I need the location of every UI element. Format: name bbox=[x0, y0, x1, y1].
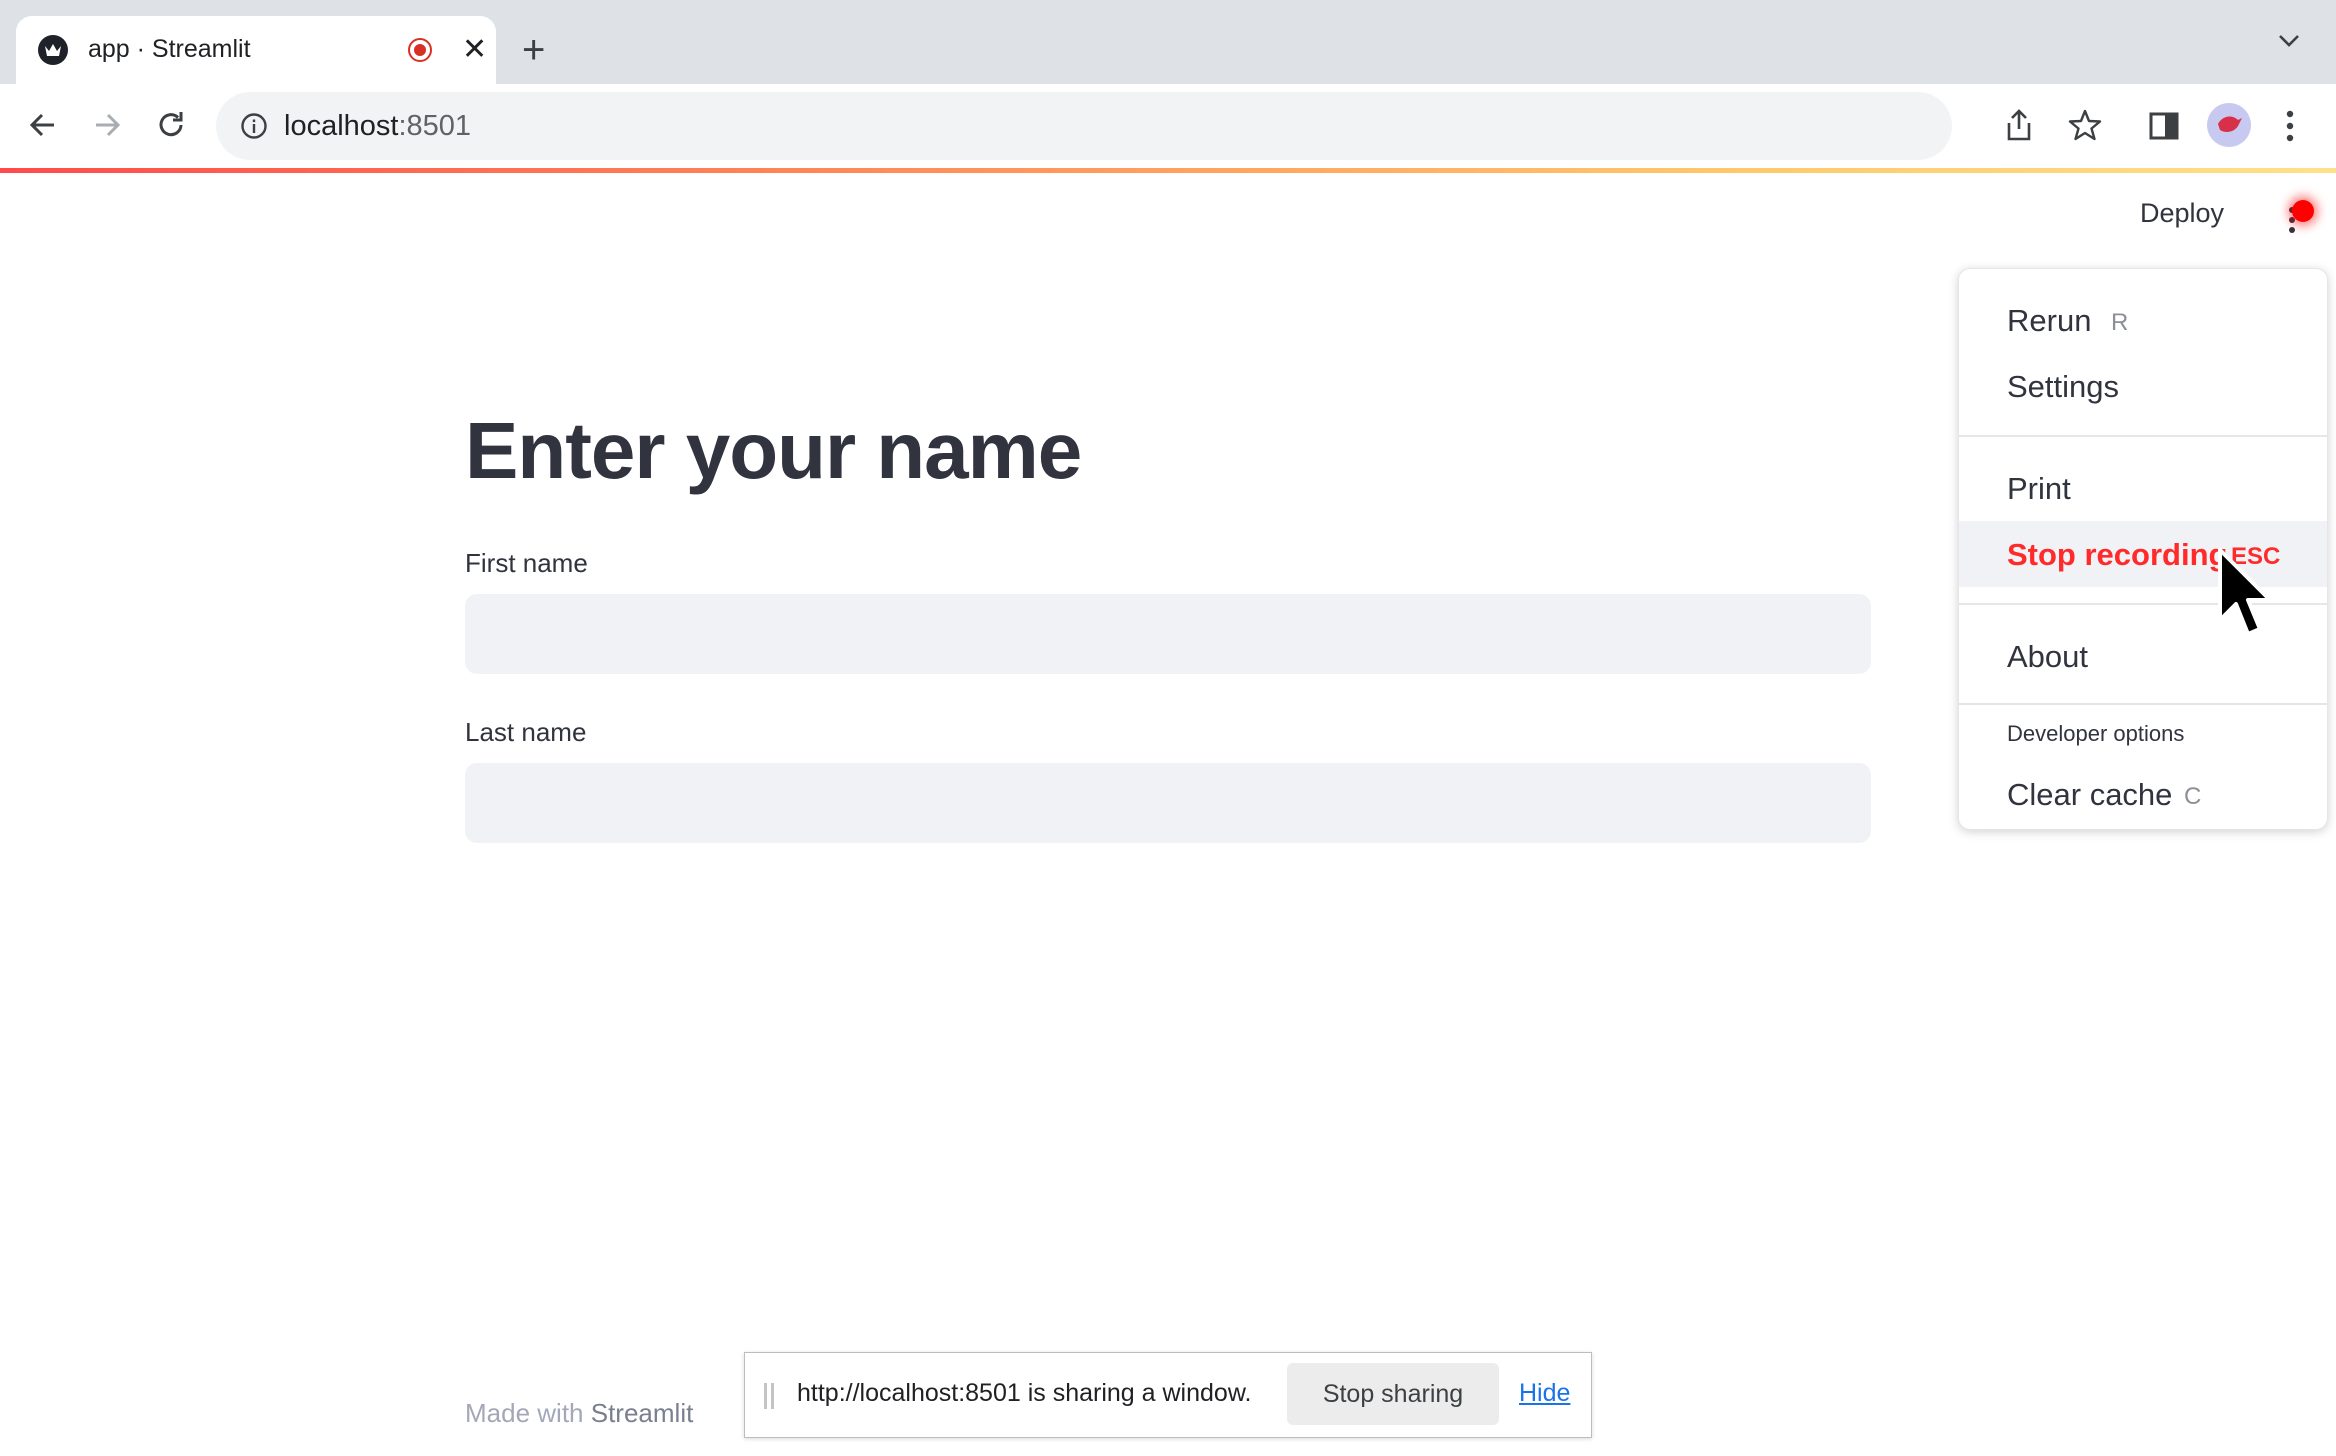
reload-icon[interactable] bbox=[154, 108, 188, 147]
browser-tab[interactable]: app · Streamlit ✕ bbox=[16, 16, 496, 84]
menu-divider bbox=[1959, 435, 2327, 437]
menu-item-rerun[interactable]: Rerun R bbox=[1959, 287, 2327, 353]
recording-indicator-icon bbox=[408, 38, 432, 62]
menu-item-label: Settings bbox=[2007, 369, 2120, 404]
menu-item-label: Stop recording bbox=[2007, 537, 2228, 572]
sharing-message: http://localhost:8501 is sharing a windo… bbox=[797, 1379, 1252, 1407]
menu-item-label: About bbox=[2007, 639, 2089, 674]
menu-divider bbox=[1959, 703, 2327, 705]
share-page-icon[interactable] bbox=[2004, 108, 2034, 147]
first-name-label: First name bbox=[465, 548, 588, 578]
bookmark-star-icon[interactable] bbox=[2068, 108, 2102, 147]
menu-item-label: Clear cache bbox=[2007, 777, 2173, 812]
made-with-streamlit-footer: Made with Streamlit bbox=[465, 1398, 693, 1429]
main-menu-dropdown: Rerun R Settings Print Stop recording ES… bbox=[1958, 268, 2328, 830]
last-name-input[interactable] bbox=[465, 763, 1871, 843]
address-bar[interactable]: localhost:8501 bbox=[216, 92, 2102, 160]
recording-dot-icon bbox=[2292, 200, 2314, 222]
first-name-input[interactable] bbox=[465, 594, 1871, 674]
mouse-cursor-icon bbox=[2216, 546, 2272, 651]
browser-tab-strip: app · Streamlit ✕ + bbox=[0, 0, 2336, 84]
menu-item-shortcut: R bbox=[2111, 309, 2129, 336]
footer-prefix: Made with bbox=[465, 1398, 591, 1428]
streamlit-favicon-icon bbox=[38, 35, 68, 65]
forward-arrow-icon[interactable] bbox=[90, 108, 124, 147]
screen-sharing-bar: http://localhost:8501 is sharing a windo… bbox=[744, 1352, 1592, 1438]
developer-options-heading: Developer options bbox=[2007, 721, 2185, 746]
tab-title: app · Streamlit bbox=[88, 35, 251, 63]
browser-menu-icon[interactable] bbox=[2284, 108, 2296, 149]
url-text: localhost:8501 bbox=[284, 110, 471, 143]
menu-item-settings[interactable]: Settings bbox=[1959, 353, 2327, 419]
menu-item-label: Rerun bbox=[2007, 303, 2092, 338]
side-panel-icon[interactable] bbox=[2148, 110, 2180, 147]
profile-avatar[interactable] bbox=[2206, 102, 2252, 153]
stop-sharing-button[interactable]: Stop sharing bbox=[1287, 1363, 1499, 1425]
page-title: Enter your name bbox=[465, 406, 1082, 495]
streamlit-decoration-bar bbox=[0, 168, 2336, 173]
footer-brand-link[interactable]: Streamlit bbox=[591, 1398, 694, 1428]
menu-item-label: Print bbox=[2007, 471, 2071, 506]
new-tab-button[interactable]: + bbox=[522, 26, 545, 74]
site-info-icon[interactable] bbox=[240, 112, 268, 140]
url-host: localhost bbox=[284, 110, 399, 142]
menu-item-print[interactable]: Print bbox=[1959, 455, 2327, 521]
back-arrow-icon[interactable] bbox=[26, 108, 60, 147]
menu-item-clear-cache[interactable]: Clear cache C bbox=[1959, 761, 2327, 827]
tab-search-chevron-icon[interactable] bbox=[2278, 34, 2300, 53]
close-tab-icon[interactable]: ✕ bbox=[462, 32, 487, 68]
browser-toolbar: localhost:8501 bbox=[0, 84, 2336, 170]
hide-link[interactable]: Hide bbox=[1519, 1379, 1570, 1408]
last-name-label: Last name bbox=[465, 717, 587, 747]
url-port: :8501 bbox=[398, 110, 472, 142]
menu-item-shortcut: C bbox=[2184, 783, 2202, 810]
deploy-button[interactable]: Deploy bbox=[2140, 198, 2224, 229]
drag-handle-icon[interactable] bbox=[763, 1383, 775, 1409]
